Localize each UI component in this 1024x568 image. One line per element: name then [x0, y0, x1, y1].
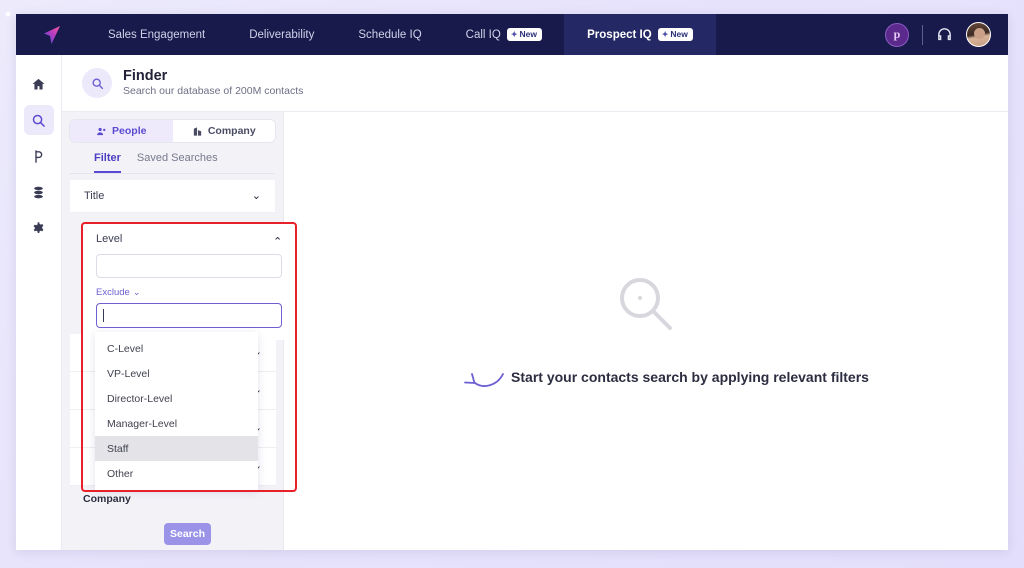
sidebar-item-home[interactable]	[24, 69, 54, 99]
company-section-label: Company	[83, 493, 131, 505]
nav-item-call-iq[interactable]: Call IQ ✦ New	[444, 14, 564, 55]
filter-row-label: Title	[84, 190, 105, 202]
large-search-icon	[620, 278, 672, 330]
dropdown-option-vp-level[interactable]: VP-Level	[95, 361, 258, 386]
sidebar-item-prospect[interactable]	[24, 141, 54, 171]
navbar-right-actions: p	[885, 22, 1008, 47]
entity-type-toggle: People Company	[70, 120, 275, 142]
building-icon	[193, 126, 201, 136]
dropdown-option-director-level[interactable]: Director-Level	[95, 386, 258, 411]
empty-state: Start your contacts search by applying r…	[284, 112, 1008, 550]
level-exclude-input[interactable]	[96, 303, 282, 328]
home-icon	[32, 78, 45, 89]
tabs-divider	[70, 173, 275, 174]
nav-label: Prospect IQ	[587, 28, 652, 41]
search-icon	[91, 77, 103, 89]
nav-item-schedule-iq[interactable]: Schedule IQ	[336, 14, 443, 55]
page-root: Sales Engagement Deliverability Schedule…	[0, 0, 1024, 568]
database-icon	[34, 186, 43, 198]
tab-people[interactable]: People	[70, 120, 173, 142]
tab-filter[interactable]: Filter	[94, 152, 121, 173]
paper-plane-logo-icon	[44, 25, 60, 44]
new-badge-label: New	[670, 29, 688, 40]
headset-icon[interactable]	[936, 26, 953, 43]
top-navbar: Sales Engagement Deliverability Schedule…	[16, 14, 1008, 55]
option-label: Director-Level	[107, 392, 173, 405]
nav-item-prospect-iq[interactable]: Prospect IQ ✦ New	[564, 14, 717, 55]
page-subtitle: Search our database of 200M contacts	[123, 85, 304, 98]
nav-label: Sales Engagement	[108, 28, 206, 41]
dropdown-option-manager-level[interactable]: Manager-Level	[95, 411, 258, 436]
chevron-up-icon: ⌄	[272, 233, 282, 246]
page-title: Finder	[123, 68, 168, 85]
sidebar-item-search[interactable]	[23, 105, 54, 135]
nav-item-sales-engagement[interactable]: Sales Engagement	[86, 14, 227, 55]
search-button[interactable]: Search	[164, 523, 211, 545]
option-label: Staff	[107, 442, 129, 455]
curved-arrow-icon	[464, 373, 504, 387]
empty-state-message: Start your contacts search by applying r…	[511, 369, 869, 385]
icon-rail	[16, 55, 62, 550]
sidebar-item-database[interactable]	[24, 177, 54, 207]
exclude-label: Exclude	[96, 287, 130, 298]
nav-label: Schedule IQ	[358, 28, 422, 41]
sparkle-icon: ✦	[661, 29, 669, 39]
app-window: Sales Engagement Deliverability Schedule…	[16, 14, 1008, 550]
filter-row-title[interactable]: Title ⌄	[70, 180, 275, 213]
filter-level-card: Level ⌄ Exclude ⌄	[83, 224, 295, 340]
nav-item-deliverability[interactable]: Deliverability	[227, 14, 336, 55]
gear-icon	[33, 221, 44, 233]
tab-company-label: Company	[207, 125, 256, 137]
dropdown-option-other[interactable]: Other	[95, 461, 258, 486]
prospect-icon	[35, 149, 43, 163]
nav-divider	[922, 24, 923, 45]
tab-people-label: People	[112, 125, 147, 137]
level-include-input[interactable]	[96, 254, 282, 278]
people-icon	[97, 127, 106, 135]
text-caret	[103, 309, 104, 322]
filter-level-label: Level	[96, 233, 123, 245]
new-badge: ✦ New	[657, 28, 693, 41]
level-options-dropdown: C-Level VP-Level Director-Level Manager-…	[95, 332, 258, 490]
option-label: VP-Level	[107, 367, 150, 380]
filter-tabs: Filter Saved Searches	[70, 142, 275, 173]
tab-filter-label: Filter	[94, 152, 121, 164]
chevron-down-icon: ⌄	[132, 287, 141, 297]
nav-label: Deliverability	[249, 28, 315, 41]
nav-items: Sales Engagement Deliverability Schedule…	[86, 14, 717, 55]
tab-saved-searches[interactable]: Saved Searches	[137, 152, 218, 173]
empty-state-row: Start your contacts search by applying r…	[459, 364, 869, 390]
avatar[interactable]	[966, 22, 991, 47]
dropdown-option-staff[interactable]: Staff	[95, 436, 258, 461]
app-logo[interactable]	[16, 23, 86, 47]
sidebar-item-settings[interactable]	[24, 213, 54, 243]
page-header: Finder Search our database of 200M conta…	[62, 55, 1008, 112]
search-icon	[32, 114, 45, 127]
nav-label: Call IQ	[465, 28, 501, 41]
tab-saved-searches-label: Saved Searches	[136, 152, 218, 164]
product-circle-button[interactable]: p	[885, 22, 909, 47]
filter-level-header[interactable]: Level ⌄	[96, 233, 282, 246]
new-badge-label: New	[519, 29, 538, 40]
tab-company[interactable]: Company	[173, 120, 276, 142]
search-circle-icon	[82, 68, 112, 98]
filter-list: Title ⌄	[70, 180, 275, 213]
exclude-toggle[interactable]: Exclude ⌄	[96, 287, 140, 298]
product-circle-glyph: p	[893, 27, 901, 41]
page-header-text: Finder Search our database of 200M conta…	[123, 67, 303, 99]
main-content: Start your contacts search by applying r…	[284, 112, 1008, 550]
option-label: C-Level	[107, 342, 144, 355]
new-badge: ✦ New	[506, 28, 543, 41]
option-label: Other	[107, 467, 134, 480]
dropdown-option-c-level[interactable]: C-Level	[95, 336, 258, 361]
option-label: Manager-Level	[107, 417, 178, 430]
sparkle-icon: ✦	[510, 29, 518, 39]
chevron-down-icon: ⌄	[251, 189, 261, 202]
